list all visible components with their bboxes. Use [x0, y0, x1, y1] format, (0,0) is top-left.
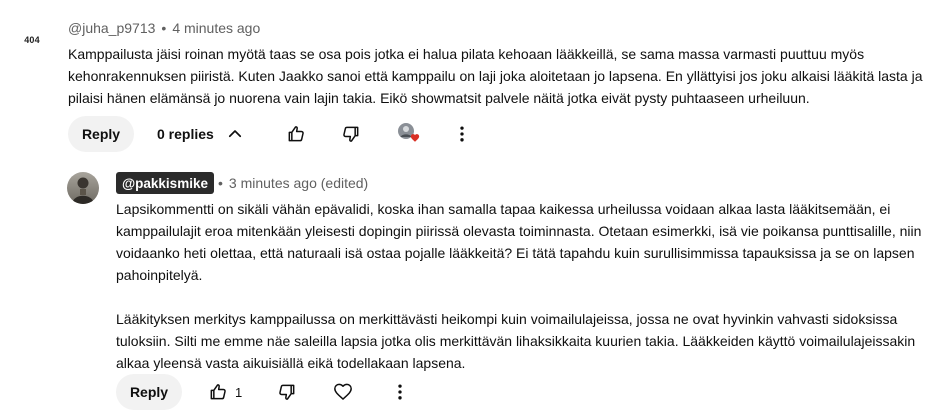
- dislike-button[interactable]: [337, 116, 365, 152]
- reply-text: Lapsikommentti on sikäli vähän epävalidi…: [116, 198, 936, 374]
- reply-actions: Reply 1: [116, 374, 416, 410]
- reply-separator: •: [218, 175, 223, 191]
- reply-like-button[interactable]: [204, 374, 232, 410]
- reply-avatar-image: [67, 172, 99, 204]
- chevron-up-icon: [228, 130, 241, 138]
- reply-like-count: 1: [235, 384, 243, 400]
- reply-more-actions-button[interactable]: [386, 374, 414, 410]
- thumbs-down-icon: [279, 384, 295, 400]
- comment-text: Kamppailusta jäisi roinan myötä taas se …: [68, 46, 923, 106]
- reply-reply-button[interactable]: Reply: [116, 374, 182, 410]
- comment-timestamp[interactable]: 4 minutes ago: [172, 20, 260, 36]
- header-separator: •: [161, 20, 167, 36]
- more-vert-icon: [460, 126, 464, 142]
- reply-paragraph-2: Lääkityksen merkitys kamppailussa on mer…: [116, 311, 916, 371]
- reply-paragraph-1: Lapsikommentti on sikäli vähän epävalidi…: [116, 201, 922, 283]
- heart-outline-icon: [334, 383, 352, 400]
- thumbs-up-icon: [210, 384, 226, 400]
- reply-username-badge[interactable]: @pakkismike: [116, 172, 214, 194]
- thumbs-up-icon: [288, 126, 304, 142]
- more-vert-icon: [398, 384, 402, 400]
- thumbs-down-icon: [343, 126, 359, 142]
- heart-icon: [410, 134, 420, 142]
- reply-timestamp[interactable]: 3 minutes ago (edited): [229, 175, 368, 191]
- comment-username[interactable]: @juha_p9713: [68, 20, 155, 36]
- commenter-avatar[interactable]: 404: [16, 26, 48, 58]
- replies-count: 0 replies: [157, 126, 214, 142]
- comment-header: @juha_p9713 • 4 minutes ago: [68, 20, 260, 36]
- avatar-text: 404: [24, 34, 40, 45]
- reply-avatar[interactable]: [67, 172, 99, 204]
- reply-header: • 3 minutes ago (edited): [218, 175, 368, 191]
- comment-actions: Reply 0 replies: [68, 116, 528, 152]
- reply-button[interactable]: Reply: [68, 116, 134, 152]
- more-actions-button[interactable]: [448, 116, 476, 152]
- creator-heart-badge: [398, 123, 420, 143]
- reply-dislike-button[interactable]: [273, 374, 301, 410]
- replies-toggle[interactable]: 0 replies: [157, 116, 244, 152]
- like-button[interactable]: [282, 116, 310, 152]
- avatar-subtext: [32, 46, 33, 50]
- reply-heart-button[interactable]: [329, 374, 357, 410]
